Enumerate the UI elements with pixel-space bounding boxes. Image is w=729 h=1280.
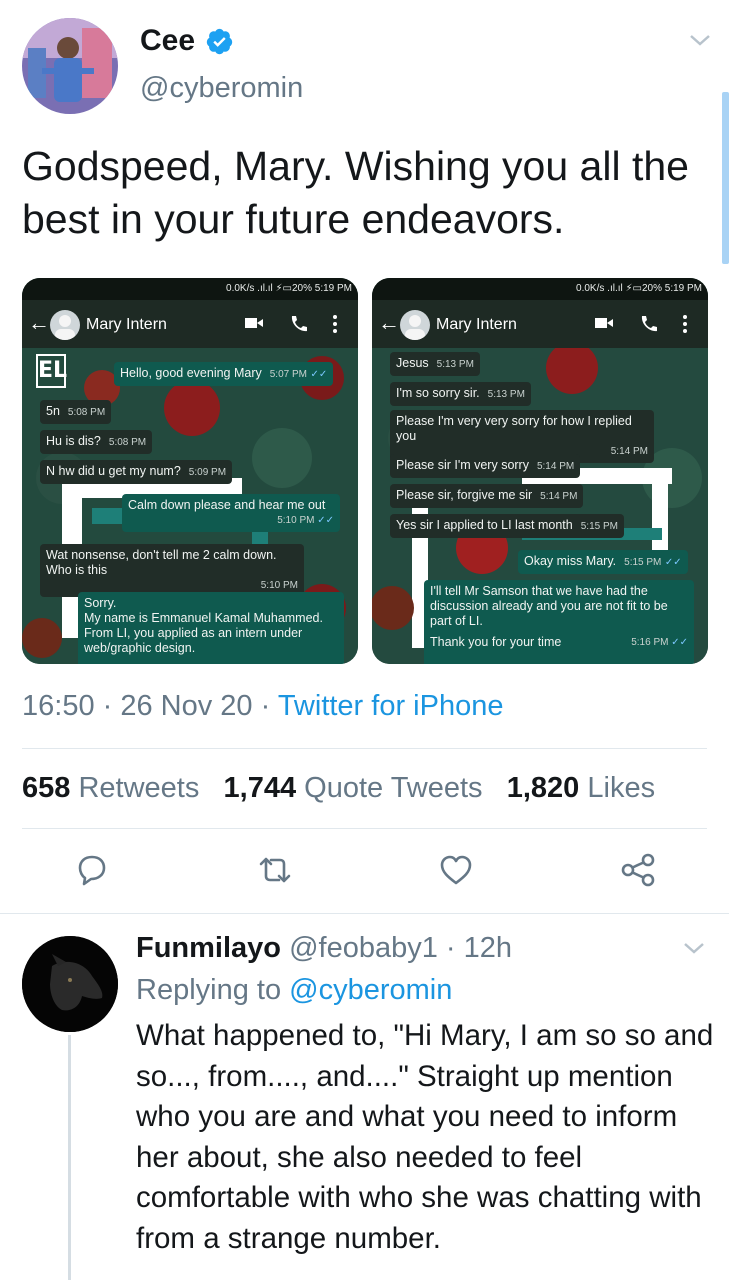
chevron-down-icon[interactable] bbox=[688, 32, 712, 48]
chat-message[interactable]: Please sir I'm very sorry 5:14 PM bbox=[390, 454, 581, 478]
chat-message[interactable]: I'm so sorry sir. 5:13 PM bbox=[390, 382, 531, 406]
chat-message[interactable]: Hello, good evening Mary 5:07 PM ✓✓ bbox=[114, 362, 334, 386]
back-arrow-icon[interactable]: ← bbox=[28, 310, 50, 336]
contact-avatar[interactable] bbox=[400, 310, 430, 340]
reply-author-name[interactable]: Funmilayo bbox=[136, 932, 281, 964]
chat-message[interactable]: Calm down please and hear me out 5:10 PM … bbox=[122, 494, 340, 532]
reply-text: What happened to, "Hi Mary, I am so so a… bbox=[136, 1019, 714, 1255]
quote-tweets-stat[interactable]: 1,744 Quote Tweets bbox=[224, 772, 483, 804]
chat-app-bar: ← Mary Intern bbox=[22, 300, 358, 348]
video-call-icon[interactable] bbox=[244, 314, 264, 332]
phone-call-icon[interactable] bbox=[288, 314, 308, 334]
heart-icon[interactable] bbox=[436, 850, 476, 890]
chat-message[interactable]: Yes sir I applied to LI last month 5:15 P… bbox=[390, 514, 624, 538]
tweet-client-link[interactable]: Twitter for iPhone bbox=[278, 690, 504, 722]
chat-message[interactable]: Wat nonsense, don't tell me 2 calm down.… bbox=[40, 544, 304, 597]
thread-line bbox=[68, 1035, 71, 1280]
chat-message[interactable]: Okay miss Mary. 5:15 PM ✓✓ bbox=[518, 550, 688, 574]
chevron-down-icon[interactable] bbox=[682, 940, 706, 956]
chat-contact-name[interactable]: Mary Intern bbox=[86, 316, 167, 334]
divider bbox=[22, 748, 707, 749]
reply-header: Funmilayo @feobaby1 · 12h bbox=[136, 932, 512, 965]
replying-to: Replying to @cyberomin bbox=[136, 974, 453, 1006]
reply-author-handle[interactable]: @feobaby1 bbox=[289, 932, 438, 964]
phone-call-icon[interactable] bbox=[638, 314, 658, 334]
chat-message[interactable]: Hu is dis? 5:08 PM bbox=[40, 430, 153, 454]
author-avatar[interactable] bbox=[22, 18, 118, 114]
back-arrow-icon[interactable]: ← bbox=[378, 310, 400, 336]
chat-message[interactable]: Jesus 5:13 PM bbox=[390, 352, 480, 376]
author-display-name[interactable]: Cee bbox=[140, 24, 195, 58]
chat-contact-name[interactable]: Mary Intern bbox=[436, 316, 517, 334]
share-icon[interactable] bbox=[618, 850, 658, 890]
tweet-text: Godspeed, Mary. Wishing you all the best… bbox=[22, 143, 689, 242]
chat-message[interactable]: N hw did u get my num? 5:09 PM bbox=[40, 460, 233, 484]
contact-avatar[interactable] bbox=[50, 310, 80, 340]
retweets-stat[interactable]: 658 Retweets bbox=[22, 772, 199, 804]
likes-stat[interactable]: 1,820 Likes bbox=[507, 772, 655, 804]
chat-message[interactable]: I'll tell Mr Samson that we have had the… bbox=[424, 580, 694, 664]
chat-logo: EL bbox=[36, 354, 67, 388]
chat-screenshot-right[interactable]: 0.0K/s .ıl.ıl ⚡▭20% 5:19 PM ← Mary Inter… bbox=[372, 278, 708, 664]
chat-app-bar: ← Mary Intern bbox=[372, 300, 708, 348]
verified-badge-icon bbox=[206, 28, 233, 55]
chat-screenshot-left[interactable]: 0.0K/s .ıl.ıl ⚡▭20% 5:19 PM ← Mary Inter… bbox=[22, 278, 358, 664]
scrollbar[interactable] bbox=[722, 92, 729, 264]
chat-message[interactable]: Please sir, forgive me sir 5:14 PM bbox=[390, 484, 584, 508]
chat-message[interactable]: Sorry. My name is Emmanuel Kamal Muhamme… bbox=[78, 592, 344, 664]
phone-status-bar: 0.0K/s .ıl.ıl ⚡▭20% 5:19 PM bbox=[22, 278, 358, 300]
tweet-stats: 658 Retweets 1,744 Quote Tweets 1,820 Li… bbox=[22, 772, 655, 805]
more-options-icon[interactable] bbox=[682, 314, 688, 334]
replying-to-mention[interactable]: @cyberomin bbox=[289, 974, 452, 1006]
section-divider bbox=[0, 913, 729, 914]
reply-icon[interactable] bbox=[72, 850, 112, 890]
video-call-icon[interactable] bbox=[594, 314, 614, 332]
phone-status-bar: 0.0K/s .ıl.ıl ⚡▭20% 5:19 PM bbox=[372, 278, 708, 300]
tweet-timestamp: 16:50 · 26 Nov 20 · Twitter for iPhone bbox=[22, 690, 504, 722]
divider bbox=[22, 828, 707, 829]
reply-author-avatar[interactable] bbox=[22, 936, 118, 1032]
chat-message[interactable]: 5n 5:08 PM bbox=[40, 400, 112, 424]
tweet-time[interactable]: 16:50 bbox=[22, 690, 95, 722]
more-options-icon[interactable] bbox=[332, 314, 338, 334]
tweet-date[interactable]: 26 Nov 20 bbox=[120, 690, 252, 722]
retweet-icon[interactable] bbox=[255, 850, 295, 890]
reply-age: · 12h bbox=[445, 932, 513, 964]
author-handle[interactable]: @cyberomin bbox=[140, 72, 303, 105]
